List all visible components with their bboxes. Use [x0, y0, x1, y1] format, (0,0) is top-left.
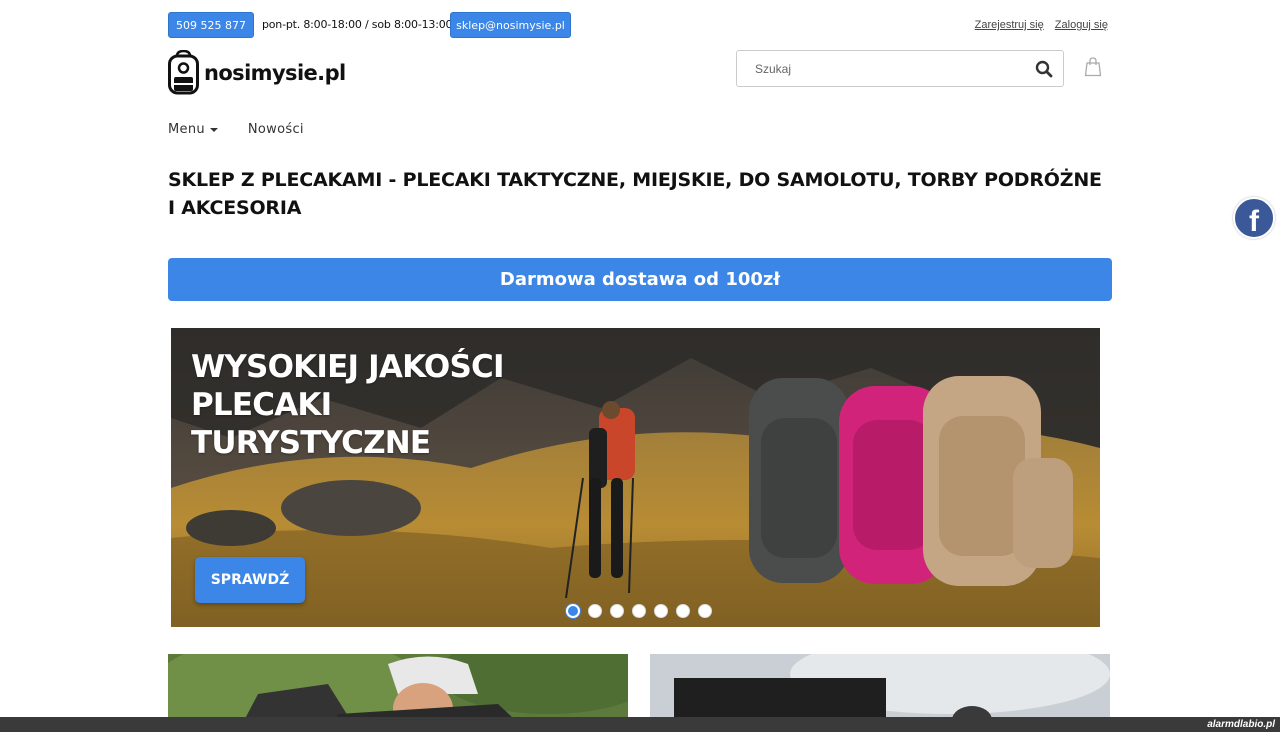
search-input[interactable] [737, 51, 1027, 86]
register-link[interactable]: Zarejestruj się [975, 19, 1044, 31]
search-icon[interactable] [1035, 60, 1053, 78]
search-box [736, 50, 1064, 87]
facebook-icon[interactable]: f [1233, 197, 1275, 239]
main-nav: Menu Nowości [168, 122, 334, 140]
nav-menu-label: Menu [168, 122, 205, 137]
email-button[interactable]: sklep@nosimysie.pl [450, 12, 571, 38]
nav-new-items-label: Nowości [247, 122, 304, 137]
logo-text: nosimysie.pl [204, 60, 346, 85]
slider-title-line: WYSOKIEJ JAKOŚCI [191, 349, 505, 385]
shopping-bag-icon[interactable] [1084, 57, 1102, 77]
top-bar: 509 525 877 pon-pt. 8:00-18:00 / sob 8:0… [168, 12, 1108, 38]
backpack-logo-icon [168, 50, 199, 95]
check-button[interactable]: SPRAWDŹ [195, 557, 305, 603]
account-links: Zarejestruj się Zaloguj się [967, 12, 1108, 38]
page-title: SKLEP Z PLECAKAMI - PLECAKI TAKTYCZNE, M… [168, 169, 1102, 219]
watermark-text: alarmdlabio.pl [1207, 719, 1275, 730]
nav-menu[interactable]: Menu [168, 122, 218, 140]
opening-hours: pon-pt. 8:00-18:00 / sob 8:00-13:00 [262, 18, 453, 31]
slider-dot[interactable] [676, 604, 690, 618]
slider-dot[interactable] [698, 604, 712, 618]
caret-down-icon [209, 127, 218, 132]
slider-title-line: PLECAKI [191, 387, 332, 423]
free-shipping-banner[interactable]: Darmowa dostawa od 100zł [168, 258, 1112, 301]
phone-button[interactable]: 509 525 877 [168, 12, 254, 38]
slider-dots [566, 604, 712, 618]
slider-title-line: TURYSTYCZNE [191, 425, 431, 461]
slider-dot[interactable] [588, 604, 602, 618]
nav-new-items[interactable]: Nowości [248, 122, 304, 140]
slider-dot[interactable] [610, 604, 624, 618]
login-link[interactable]: Zaloguj się [1055, 19, 1108, 31]
slider-dot[interactable] [654, 604, 668, 618]
bottom-strip: alarmdlabio.pl [0, 717, 1280, 732]
hero-slider[interactable]: WYSOKIEJ JAKOŚCI PLECAKI TURYSTYCZNE SPR… [171, 328, 1100, 627]
slider-title: WYSOKIEJ JAKOŚCI PLECAKI TURYSTYCZNE [191, 348, 505, 462]
site-logo[interactable]: nosimysie.pl [168, 50, 346, 95]
slider-dot[interactable] [632, 604, 646, 618]
slider-dot[interactable] [566, 604, 580, 618]
